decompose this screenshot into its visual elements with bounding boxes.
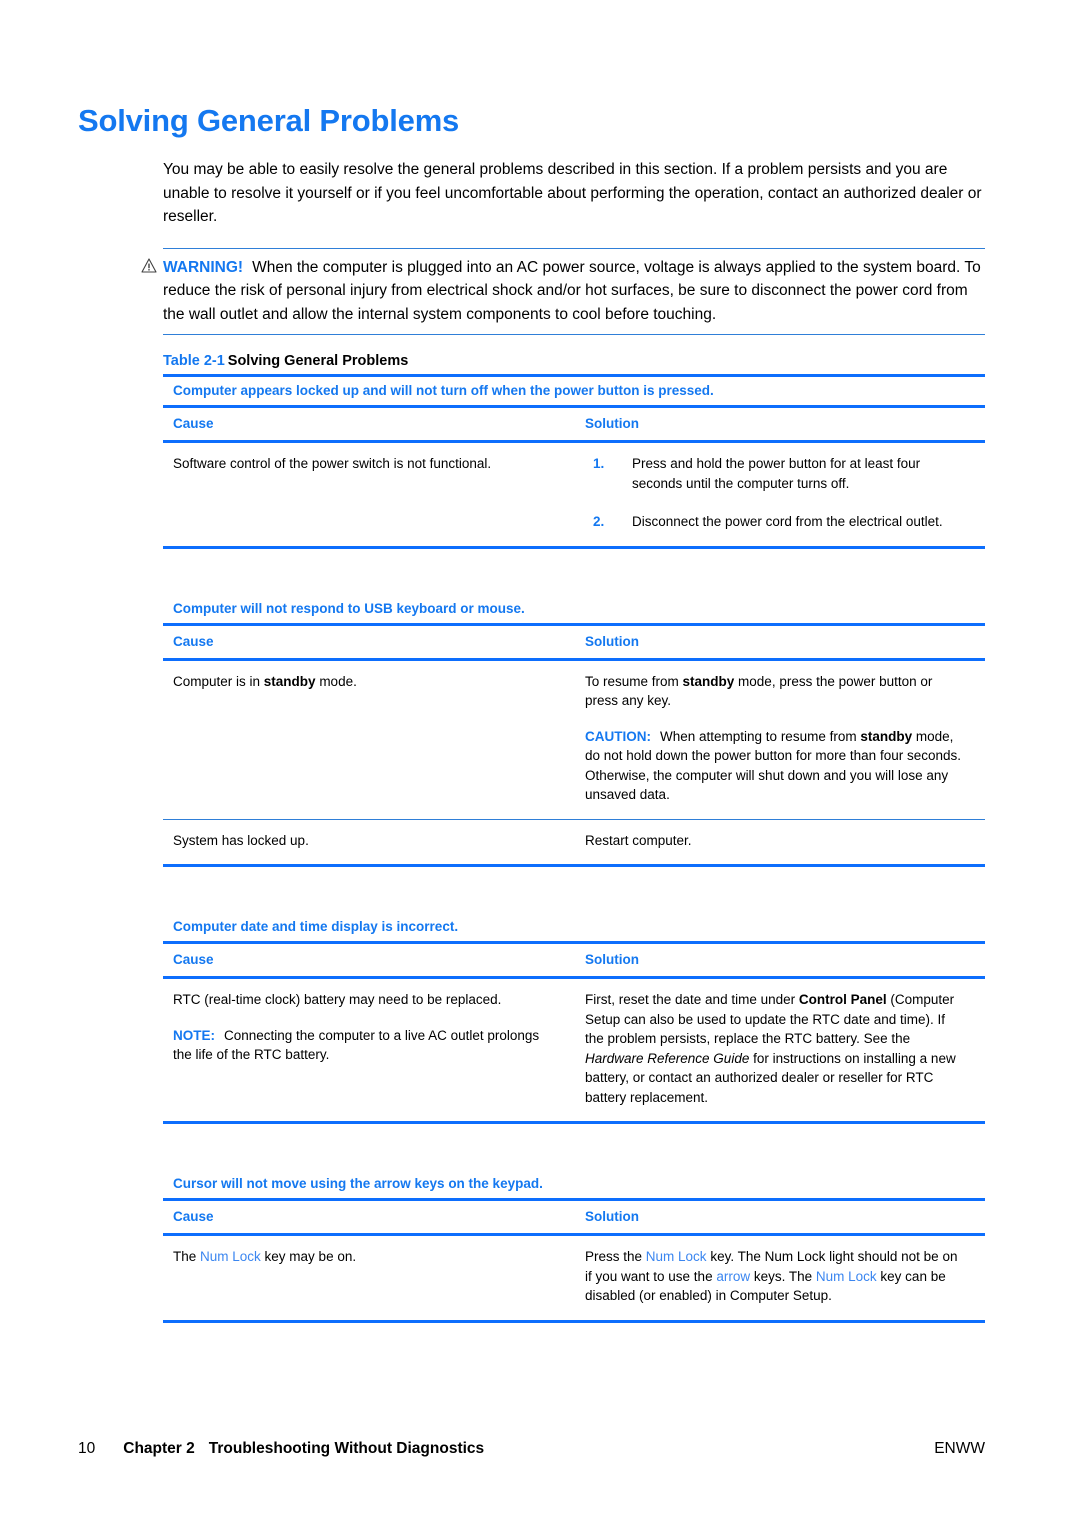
table-row: System has locked up. Restart computer. [163,818,986,866]
section-heading-row: Computer appears locked up and will not … [163,374,986,407]
warning-body: When the computer is plugged into an AC … [163,258,981,323]
section-heading: Computer will not respond to USB keyboar… [173,600,525,616]
list-item: 2. Disconnect the power cord from the ele… [585,512,967,532]
cause-cell: RTC (real-time clock) battery may need t… [163,978,575,1123]
cause-text-a: The [173,1249,201,1264]
section-bottom-rule [163,1121,986,1125]
step-text: Press and hold the power button for at l… [632,456,921,491]
table-number: Table 2-1 [163,353,225,369]
solution-text-a: To resume from [585,673,683,689]
section-heading: Computer date and time display is incorr… [173,919,459,934]
column-header-solution: Solution [575,941,986,979]
table-row: The Num Lock key may be on. Press the Nu… [163,1235,985,1322]
column-header-solution: Solution [575,622,986,661]
caution-paragraph: CAUTION: When attempting to resume from s… [585,727,967,805]
table-row: Software control of the power switch is … [163,442,985,548]
solution-paragraph: To resume from standby mode, press the p… [585,672,967,711]
num-lock-link[interactable]: Num Lock [200,1249,261,1264]
solution-cell: 1. Press and hold the power button for at… [575,442,985,548]
table-row: RTC (real-time clock) battery may need t… [163,978,985,1123]
page-title: Solving General Problems [78,103,460,138]
solution-cell: Restart computer. [575,818,986,866]
caution-text-a: When attempting to resume from [660,728,861,744]
problem-table-4: Cursor will not move using the arrow key… [163,1170,985,1324]
table-title: Solving General Problems [227,353,409,369]
column-header-solution: Solution [575,405,986,443]
column-header-solution: Solution [575,1198,985,1236]
solution-text-bold: standby [682,673,735,689]
cause-text-prefix: Computer is in [173,673,264,689]
footer-chapter: Chapter 2 [123,1440,195,1457]
caution-label: CAUTION: [585,728,651,744]
section-heading: Cursor will not move using the arrow key… [173,1176,543,1191]
section-heading-row: Cursor will not move using the arrow key… [163,1170,985,1200]
solution-cell: Press the Num Lock key. The Num Lock lig… [575,1235,985,1322]
solution-steps: 1. Press and hold the power button for at… [585,454,967,532]
cause-paragraph: RTC (real-time clock) battery may need t… [173,992,502,1007]
solution-text-italic: Hardware Reference Guide [585,1050,750,1066]
section-bottom-rule [163,864,986,868]
problem-table-2: Computer will not respond to USB keyboar… [163,595,986,868]
section-bottom-rule [163,545,986,550]
solution-text-c: keys. The [750,1268,816,1284]
warning-block: WARNING! When the computer is plugged int… [141,247,985,335]
cause-text-bold: standby [263,673,316,689]
list-item: 1. Press and hold the power button for at… [585,454,967,493]
solution-text-bold: Control Panel [798,992,887,1007]
cause-cell: System has locked up. [163,818,575,866]
arrow-link[interactable]: arrow [716,1269,750,1284]
column-header-row: Cause Solution [163,405,986,443]
table-caption: Table 2-1 Solving General Problems [163,353,985,374]
step-number: 2. [593,514,605,529]
warning-triangle-icon [141,257,157,273]
num-lock-link[interactable]: Num Lock [816,1269,877,1284]
page-footer: 10 Chapter 2 Troubleshooting Without Dia… [78,1440,985,1458]
problem-table-3: Computer date and time display is incorr… [163,913,986,1125]
cause-cell: Computer is in standby mode. [163,659,575,819]
note-text: Connecting the computer to a live AC out… [173,1027,540,1063]
step-text: Disconnect the power cord from the elect… [632,514,943,529]
column-header-row: Cause Solution [163,941,986,979]
column-header-cause: Cause [163,941,575,979]
cause-text-b: key may be on. [260,1249,357,1264]
step-number: 1. [593,456,605,471]
table-row: Computer is in standby mode. To resume f… [163,659,985,819]
note-paragraph: NOTE: Connecting the computer to a live A… [173,1026,557,1065]
page-content: You may be able to easily resolve the ge… [141,158,986,1324]
problem-table-1: Computer appears locked up and will not … [163,374,986,550]
column-header-row: Cause Solution [163,1198,985,1236]
solution-cell: First, reset the date and time under Con… [575,978,985,1123]
cause-cell: Software control of the power switch is … [173,456,492,471]
section-bottom-rule [163,1319,985,1324]
column-header-cause: Cause [163,1198,575,1236]
num-lock-link[interactable]: Num Lock [646,1249,707,1264]
solution-text-a: First, reset the date and time under [585,992,799,1007]
warning-text: WARNING! When the computer is plugged int… [163,256,985,327]
cause-cell: The Num Lock key may be on. [163,1235,575,1322]
document-page: Solving General Problems You may be able… [0,0,1080,1528]
solution-cell: To resume from standby mode, press the p… [575,659,985,819]
footer-chapter-title: Troubleshooting Without Diagnostics [208,1440,485,1457]
section-heading-row: Computer date and time display is incorr… [163,913,985,943]
cause-text-suffix: mode. [315,673,357,689]
section-heading: Computer appears locked up and will not … [163,374,986,407]
footer-page-number: 10 [78,1440,96,1457]
solution-text-a: Press the [585,1249,646,1264]
footer-edition: ENWW [934,1440,985,1457]
caution-text-bold: standby [860,728,913,744]
column-header-row: Cause Solution [163,622,986,661]
column-header-cause: Cause [163,622,575,661]
note-label: NOTE: [173,1027,215,1043]
column-header-cause: Cause [163,405,575,443]
intro-paragraph: You may be able to easily resolve the ge… [163,161,982,225]
warning-label: WARNING! [163,258,244,276]
section-heading-row: Computer will not respond to USB keyboar… [163,595,985,625]
